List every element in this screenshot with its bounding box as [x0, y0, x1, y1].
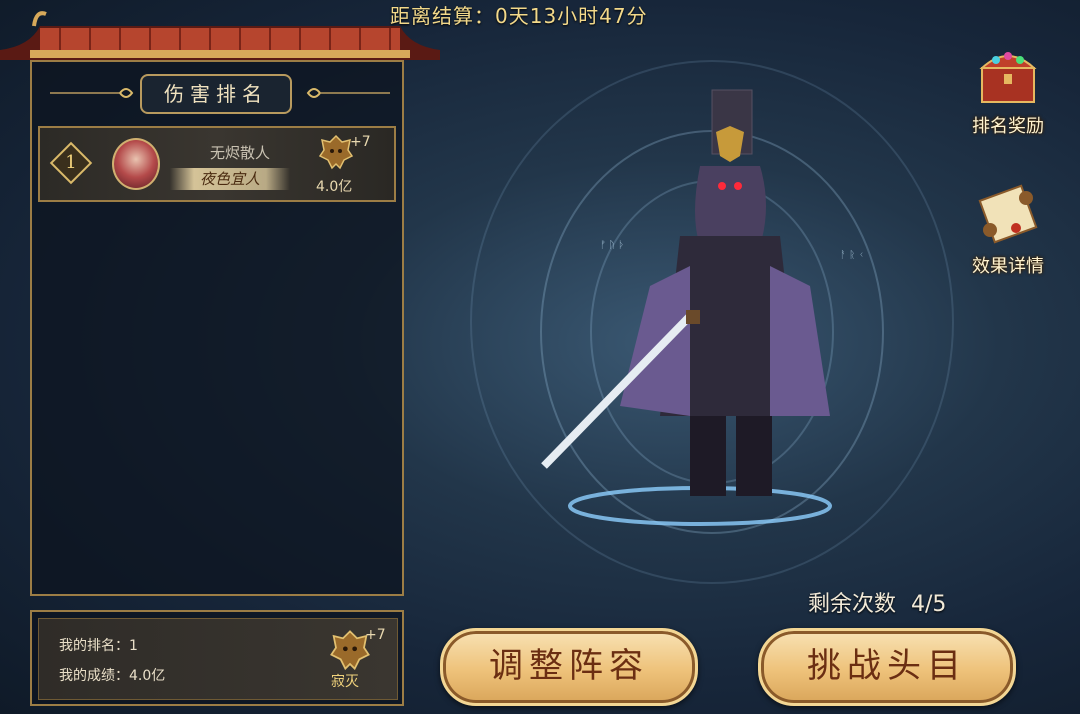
player-title-tag: 夜色宜人: [170, 168, 290, 190]
my-rank-line: 我的排名：1: [59, 635, 138, 655]
rune-glyph: ᚨ ᚱ ᚲ: [840, 250, 865, 261]
ranking-panel-title: 伤害排名: [140, 74, 292, 114]
my-rank-value: 1: [129, 638, 138, 654]
player-avatar[interactable]: [112, 138, 160, 190]
player-name: 无烬散人: [209, 144, 270, 162]
ranking-row[interactable]: 1 无烬散人 夜色宜人 +7 4.0亿: [38, 126, 396, 202]
my-score-line: 我的成绩：4.0亿: [59, 665, 165, 685]
remaining-value: 4/5: [911, 592, 947, 617]
my-score-value: 4.0亿: [129, 668, 166, 684]
challenge-boss-button[interactable]: 挑战头目: [758, 628, 1016, 706]
my-stats-inner: 我的排名：1 我的成绩：4.0亿 +7 寂灭: [38, 618, 398, 700]
player-score: 4.0亿: [316, 179, 353, 195]
my-rank-label: 我的排名：: [59, 638, 129, 654]
pagoda-roof-decoration: [0, 11, 440, 60]
my-stats-panel: 我的排名：1 我的成绩：4.0亿 +7 寂灭: [30, 610, 404, 706]
effect-details-button[interactable]: 效果详情: [968, 182, 1048, 278]
effect-details-label: 效果详情: [972, 256, 1044, 277]
scroll-icon: [978, 184, 1038, 244]
rank-number: 1: [65, 152, 77, 173]
ranking-reward-label: 排名奖励: [972, 116, 1044, 137]
ranking-reward-button[interactable]: 排名奖励: [968, 40, 1048, 138]
remaining-attempts: 剩余次数 4/5: [808, 586, 946, 618]
my-badge-plus-level: +7: [365, 627, 386, 643]
remaining-label: 剩余次数: [808, 592, 897, 617]
adjust-lineup-button[interactable]: 调整阵容: [440, 628, 698, 706]
badge-plus-level: +7: [350, 134, 371, 150]
my-badge-text: 寂灭: [331, 674, 359, 690]
boss-character[interactable]: [540, 86, 840, 526]
demon-mask-badge-icon: [318, 134, 354, 170]
my-score-label: 我的成绩：: [59, 668, 129, 684]
treasure-chest-icon: [979, 52, 1037, 103]
cloud-ornament-icon: [50, 88, 134, 98]
cloud-ornament-icon: [306, 88, 390, 98]
